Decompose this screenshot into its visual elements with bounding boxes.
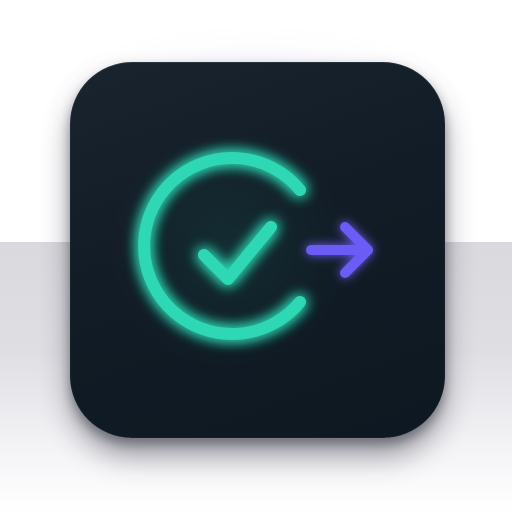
app-icon-tile[interactable] <box>70 62 445 438</box>
app-icon-canvas <box>0 0 512 512</box>
check-circle-arrow-icon <box>108 129 373 369</box>
